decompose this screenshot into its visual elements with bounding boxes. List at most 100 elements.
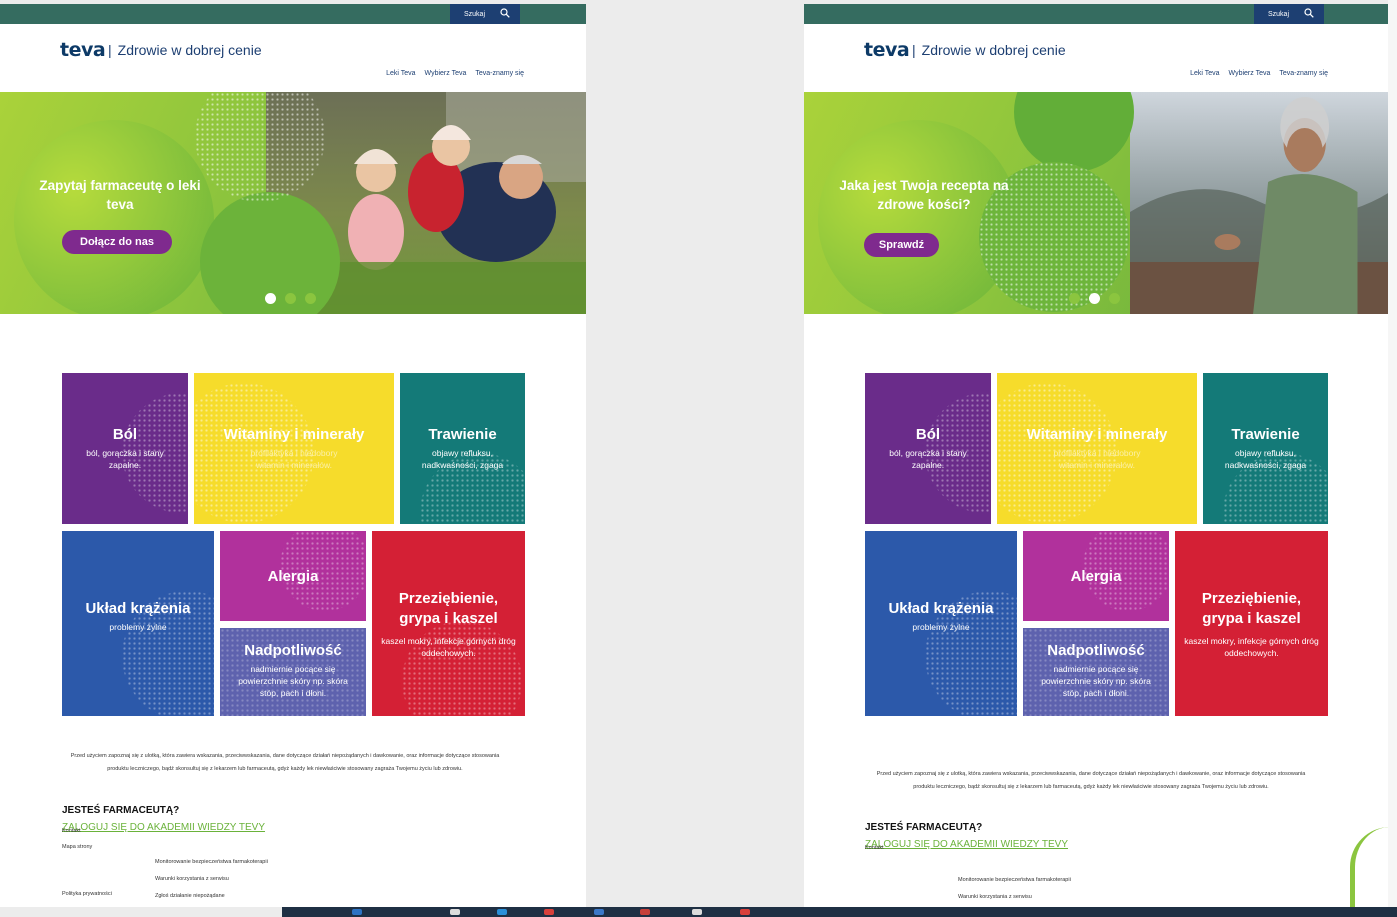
- nav-wybierz-teva[interactable]: Wybierz Teva: [1229, 70, 1271, 77]
- taskbar-app-icon[interactable]: [450, 909, 460, 915]
- tile-nadpotliwosc[interactable]: Nadpotliwość nadmiernie pocące się powie…: [220, 628, 366, 716]
- tile-title: Ból: [112, 426, 138, 443]
- tagline-separator: |: [108, 42, 112, 58]
- carousel-dot-2[interactable]: [285, 293, 296, 304]
- taskbar-app-icon[interactable]: [352, 909, 362, 915]
- footer-link-monitorowanie[interactable]: Monitorowanie bezpieczeństwa farmakotera…: [958, 877, 1071, 883]
- footer-link-warunki[interactable]: Warunki korzystania z serwisu: [958, 894, 1032, 900]
- tile-przeziebienie[interactable]: Przeziębienie, grypa i kaszel kaszel mok…: [372, 531, 525, 716]
- tile-subtitle: problemy żylne: [109, 622, 167, 632]
- carousel-dot-1[interactable]: [1069, 293, 1080, 304]
- hero-title: Jaka jest Twoja recepta na zdrowe kości?: [839, 178, 1009, 212]
- tile-subtitle: profilaktyka i niedobory witamin i miner…: [250, 448, 338, 470]
- main-nav: Leki Teva Wybierz Teva Teva-znamy się: [386, 70, 524, 77]
- page-screenshot-right: Szukaj teva | Zdrowie w dobrej cenie Leki…: [804, 4, 1390, 907]
- hero-green-circle: [14, 120, 214, 314]
- tile-bol[interactable]: Ból ból, gorączka i stany zapalne.: [62, 373, 188, 524]
- disclaimer-text: Przed użyciem zapoznaj się z ulotką, któ…: [70, 753, 500, 772]
- pharmacist-heading: JESTEŚ FARMACEUTĄ?: [865, 822, 983, 833]
- carousel-dot-3[interactable]: [305, 293, 316, 304]
- tile-subtitle: kaszel mokry, infekcje górnych dróg odde…: [381, 636, 516, 658]
- tile-uklad-krazenia[interactable]: Układ krążenia problemy żylne: [865, 531, 1017, 716]
- academy-login-link[interactable]: ZALOGUJ SIĘ DO AKADEMII WIEDZY TEVY: [865, 839, 1068, 850]
- tile-title: Trawienie: [1231, 426, 1300, 443]
- tile-title: Nadpotliwość: [244, 642, 342, 659]
- disclaimer-text: Przed użyciem zapoznaj się z ulotką, któ…: [876, 771, 1306, 790]
- tile-title: Przeziębienie, grypa i kaszel: [398, 590, 499, 627]
- tile-subtitle: profilaktyka i niedobory witamin i miner…: [1053, 448, 1141, 470]
- tile-title: Trawienie: [428, 426, 497, 443]
- tile-alergia[interactable]: Alergia: [220, 531, 366, 621]
- search-box[interactable]: Szukaj: [1254, 4, 1324, 24]
- taskbar-app-icon[interactable]: [594, 909, 604, 915]
- taskbar-app-icon[interactable]: [544, 909, 554, 915]
- tile-witaminy[interactable]: Witaminy i minerały profilaktyka i niedo…: [194, 373, 394, 524]
- tile-title: Witaminy i minerały: [1026, 426, 1168, 443]
- tile-nadpotliwosc[interactable]: Nadpotliwość nadmiernie pocące się powie…: [1023, 628, 1169, 716]
- tile-uklad-krazenia[interactable]: Układ krążenia problemy żylne: [62, 531, 214, 716]
- tagline-text: Zdrowie w dobrej cenie: [117, 42, 262, 58]
- decorative-swoosh: [1350, 827, 1390, 907]
- footer-link-monitorowanie[interactable]: Monitorowanie bezpieczeństwa farmakotera…: [155, 859, 268, 865]
- search-icon[interactable]: [500, 8, 510, 18]
- search-label: Szukaj: [464, 10, 486, 18]
- tagline-separator: |: [912, 42, 916, 58]
- tile-subtitle: nadmiernie pocące się powierzchnie skóry…: [1041, 664, 1151, 698]
- tile-trawienie[interactable]: Trawienie objawy refluksu, nadkwaśności,…: [400, 373, 525, 524]
- top-bar: Szukaj: [0, 4, 586, 24]
- tile-title: Alergia: [267, 568, 319, 585]
- tile-title: Nadpotliwość: [1047, 642, 1145, 659]
- tagline-text: Zdrowie w dobrej cenie: [921, 42, 1066, 58]
- search-box[interactable]: Szukaj: [450, 4, 520, 24]
- hero-cta-button[interactable]: Sprawdź: [864, 233, 939, 257]
- nav-leki-teva[interactable]: Leki Teva: [386, 70, 415, 77]
- taskbar-app-icon[interactable]: [740, 909, 750, 915]
- taskbar-app-icon[interactable]: [640, 909, 650, 915]
- tile-witaminy[interactable]: Witaminy i minerały profilaktyka i niedo…: [997, 373, 1197, 524]
- tile-bol[interactable]: Ból ból, gorączka i stany zapalne.: [865, 373, 991, 524]
- tile-trawienie[interactable]: Trawienie objawy refluksu, nadkwaśności,…: [1203, 373, 1328, 524]
- footer-link-mapa[interactable]: Mapa strony: [62, 844, 92, 850]
- nav-wybierz-teva[interactable]: Wybierz Teva: [425, 70, 467, 77]
- tile-subtitle: ból, gorączka i stany zapalne.: [86, 448, 164, 470]
- tile-title: Ból: [915, 426, 941, 443]
- browser-edge: [1388, 0, 1397, 907]
- main-nav: Leki Teva Wybierz Teva Teva-znamy się: [1190, 70, 1328, 77]
- taskbar-app-icon[interactable]: [692, 909, 702, 915]
- carousel-dot-1[interactable]: [265, 293, 276, 304]
- tagline: | Zdrowie w dobrej cenie: [912, 42, 1066, 58]
- tile-subtitle: objawy refluksu, nadkwaśności, zgaga: [421, 448, 504, 470]
- top-bar: Szukaj: [804, 4, 1390, 24]
- tagline: | Zdrowie w dobrej cenie: [108, 42, 262, 58]
- tile-title: Przeziębienie, grypa i kaszel: [1201, 590, 1302, 627]
- teva-logo[interactable]: teva: [864, 39, 910, 61]
- page-screenshot-left: Szukaj teva | Zdrowie w dobrej cenie Leki…: [0, 4, 586, 907]
- nav-teva-znamy-sie[interactable]: Teva-znamy się: [475, 70, 524, 77]
- carousel-dot-3[interactable]: [1109, 293, 1120, 304]
- footer-link-kontakt[interactable]: Kontakt: [62, 828, 81, 834]
- hero-banner[interactable]: Jaka jest Twoja recepta na zdrowe kości?…: [804, 92, 1390, 314]
- carousel-dot-2[interactable]: [1089, 293, 1100, 304]
- footer-link-kontakt[interactable]: Kontakt: [865, 845, 884, 851]
- os-taskbar: [282, 907, 1397, 917]
- footer-link-warunki[interactable]: Warunki korzystania z serwisu: [155, 876, 229, 882]
- tile-subtitle: problemy żylne: [912, 622, 970, 632]
- tile-przeziebienie[interactable]: Przeziębienie, grypa i kaszel kaszel mok…: [1175, 531, 1328, 716]
- teva-logo[interactable]: teva: [60, 39, 106, 61]
- nav-leki-teva[interactable]: Leki Teva: [1190, 70, 1219, 77]
- tile-subtitle: kaszel mokry, infekcje górnych dróg odde…: [1184, 636, 1319, 658]
- tile-alergia[interactable]: Alergia: [1023, 531, 1169, 621]
- hero-cta-button[interactable]: Dołącz do nas: [62, 230, 172, 254]
- footer-link-polityka[interactable]: Polityka prywatności: [62, 891, 112, 897]
- tile-title: Układ krążenia: [85, 600, 191, 617]
- academy-login-link[interactable]: ZALOGUJ SIĘ DO AKADEMII WIEDZY TEVY: [62, 822, 265, 833]
- hero-banner[interactable]: Zapytaj farmaceutę o leki teva Dołącz do…: [0, 92, 586, 314]
- carousel-dots: [265, 293, 316, 304]
- tile-subtitle: nadmiernie pocące się powierzchnie skóry…: [238, 664, 348, 698]
- footer-link-zglos[interactable]: Zgłoś działanie niepożądane: [155, 893, 225, 899]
- nav-teva-znamy-sie[interactable]: Teva-znamy się: [1279, 70, 1328, 77]
- tile-subtitle: ból, gorączka i stany zapalne.: [889, 448, 967, 470]
- hero-title: Zapytaj farmaceutę o leki teva: [39, 178, 201, 212]
- taskbar-app-icon[interactable]: [497, 909, 507, 915]
- search-icon[interactable]: [1304, 8, 1314, 18]
